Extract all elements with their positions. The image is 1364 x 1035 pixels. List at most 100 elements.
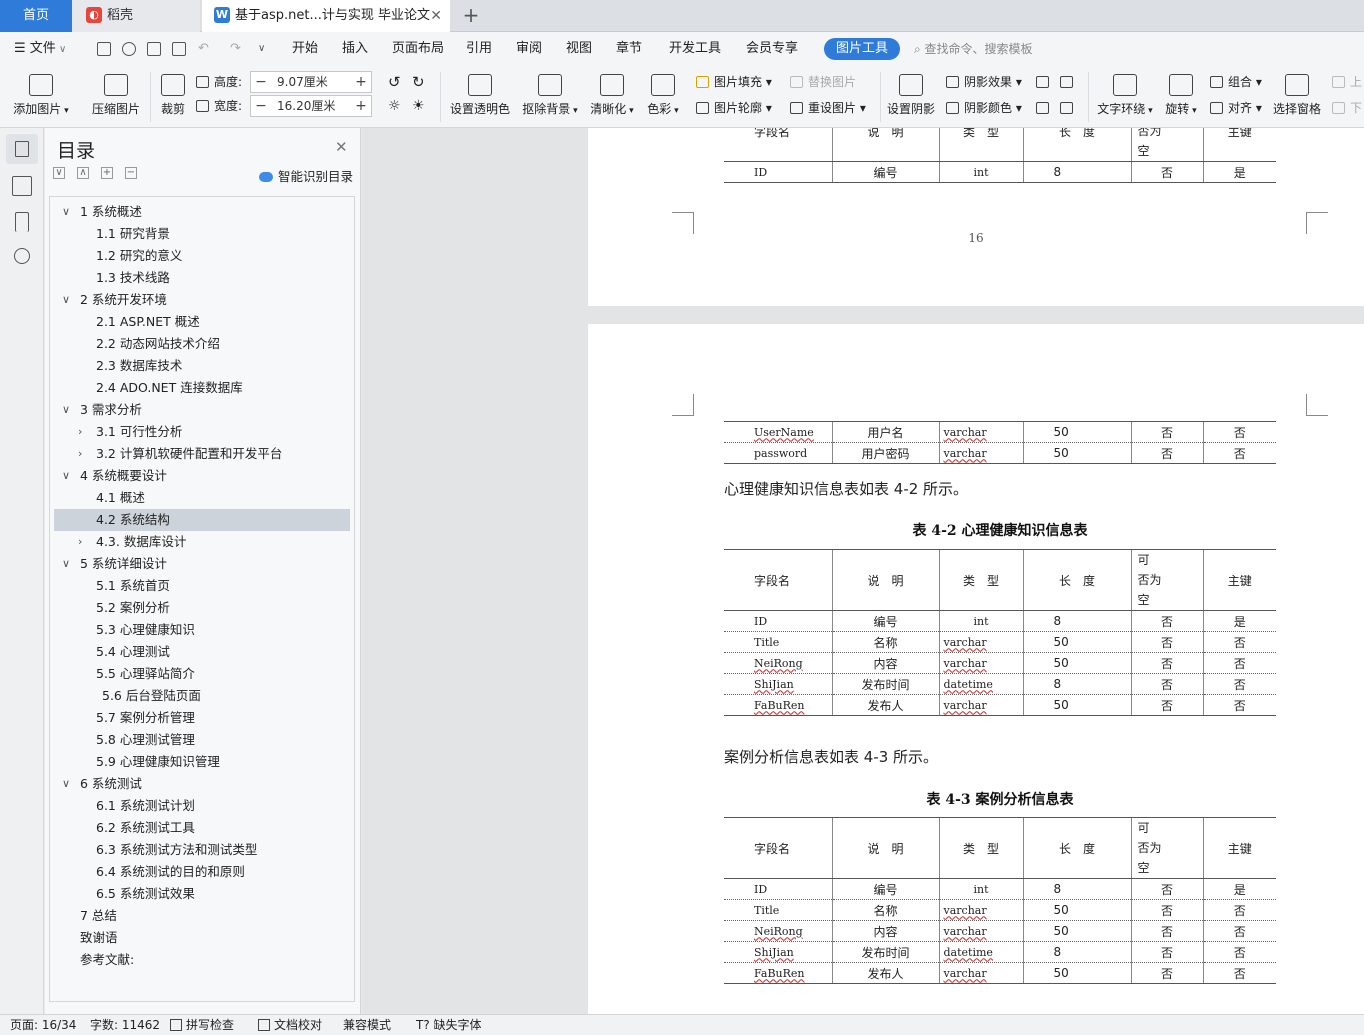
add-heading-icon[interactable]: + — [101, 167, 113, 179]
toc-item[interactable]: 参考文献: — [54, 949, 350, 971]
height-stepper[interactable]: − 9.07厘米 + — [250, 71, 372, 93]
menu-references[interactable]: 引用 — [466, 32, 492, 66]
menu-review[interactable]: 审阅 — [516, 32, 542, 66]
picture-fill-button[interactable]: 图片填充 ▾ — [696, 72, 772, 92]
shadow-right-icon[interactable] — [1060, 98, 1078, 118]
word-count[interactable]: 字数: 11462 — [90, 1015, 160, 1035]
minus-icon[interactable]: − — [251, 72, 271, 92]
text-wrap-button[interactable]: 文字环绕 ▾ — [1096, 74, 1154, 117]
toc-item[interactable]: 2.4 ADO.NET 连接数据库 — [54, 377, 350, 399]
menu-developer[interactable]: 开发工具 — [669, 32, 721, 66]
remove-heading-icon[interactable]: − — [125, 167, 137, 179]
smart-toc-button[interactable]: 智能识别目录 — [259, 166, 353, 185]
menu-picture-tools[interactable]: 图片工具 — [824, 38, 901, 60]
close-icon[interactable]: ✕ — [335, 138, 348, 156]
toc-item[interactable]: 5.2 案例分析 — [54, 597, 350, 619]
toc-item[interactable]: 6.5 系统测试效果 — [54, 883, 350, 905]
toc-item[interactable]: 5.9 心理健康知识管理 — [54, 751, 350, 773]
toc-item[interactable]: 6.1 系统测试计划 — [54, 795, 350, 817]
toc-item[interactable]: ∨ 1 系统概述 — [54, 201, 350, 223]
chevron-down-icon[interactable]: ∨ — [62, 553, 70, 575]
expand-up-icon[interactable]: ∧ — [77, 167, 89, 179]
brightness-down-icon[interactable]: ☼ — [388, 96, 401, 116]
toc-panel-icon[interactable] — [6, 134, 38, 164]
toc-item[interactable]: 5.3 心理健康知识 — [54, 619, 350, 641]
send-backward-button[interactable]: 下 — [1332, 98, 1362, 118]
group-button[interactable]: 组合 ▾ — [1210, 72, 1262, 92]
selection-pane-button[interactable]: 选择窗格 — [1272, 74, 1322, 117]
toc-item[interactable]: 1.1 研究背景 — [54, 223, 350, 245]
height-value[interactable]: 9.07厘米 — [277, 72, 328, 92]
toc-item[interactable]: 6.3 系统测试方法和测试类型 — [54, 839, 350, 861]
toc-item[interactable]: 6.4 系统测试的目的和原则 — [54, 861, 350, 883]
shadow-down-icon[interactable] — [1060, 72, 1078, 92]
menu-page-layout[interactable]: 页面布局 — [392, 32, 444, 66]
chevron-down-icon[interactable]: ∨ — [62, 201, 70, 223]
chevron-down-icon[interactable]: ∨ — [62, 465, 70, 487]
toc-item[interactable]: 5.6 后台登陆页面 — [54, 685, 350, 707]
set-transparent-button[interactable]: 设置透明色 — [448, 74, 512, 117]
save-icon[interactable] — [97, 42, 111, 56]
bookmark-icon[interactable] — [15, 212, 29, 232]
search-icon[interactable] — [14, 248, 30, 264]
menu-member[interactable]: 会员专享 — [746, 32, 798, 66]
chevron-right-icon[interactable]: › — [78, 443, 82, 465]
shadow-color-button[interactable]: 阴影颜色 ▾ — [946, 98, 1022, 118]
crop-button[interactable]: 裁剪 — [158, 74, 188, 117]
toc-item[interactable]: 6.2 系统测试工具 — [54, 817, 350, 839]
toc-item[interactable]: 7 总结 — [54, 905, 350, 927]
toc-item[interactable]: ∨ 2 系统开发环境 — [54, 289, 350, 311]
page-indicator[interactable]: 页面: 16/34 — [10, 1015, 76, 1035]
preview-icon[interactable] — [172, 42, 186, 56]
undo-icon[interactable]: ↶ — [198, 32, 209, 66]
export-icon[interactable] — [122, 42, 136, 56]
rotate-right-icon[interactable]: ↻ — [412, 72, 425, 92]
quick-access-dropdown-icon[interactable]: ∨ — [258, 32, 265, 66]
reset-image-button[interactable]: 重设图片 ▾ — [790, 98, 866, 118]
width-stepper[interactable]: − 16.20厘米 + — [250, 95, 372, 117]
chevron-down-icon[interactable]: ∨ — [62, 289, 70, 311]
toc-item[interactable]: ∨ 3 需求分析 — [54, 399, 350, 421]
add-image-button[interactable]: 添加图片 ▾ — [12, 74, 70, 117]
toc-item[interactable]: 2.3 数据库技术 — [54, 355, 350, 377]
sharpen-button[interactable]: 清晰化 ▾ — [588, 74, 636, 117]
remove-background-button[interactable]: 抠除背景 ▾ — [520, 74, 580, 117]
toc-item[interactable]: 1.3 技术线路 — [54, 267, 350, 289]
color-button[interactable]: 色彩 ▾ — [644, 74, 682, 117]
shadow-effect-button[interactable]: 阴影效果 ▾ — [946, 72, 1022, 92]
print-icon[interactable] — [147, 42, 161, 56]
toc-item[interactable]: 2.2 动态网站技术介绍 — [54, 333, 350, 355]
chevron-right-icon[interactable]: › — [78, 421, 82, 443]
plus-icon[interactable]: + — [351, 72, 371, 92]
toc-item[interactable]: 5.5 心理驿站简介 — [54, 663, 350, 685]
toc-item[interactable]: ∨ 5 系统详细设计 — [54, 553, 350, 575]
tab-daoke[interactable]: ◐ 稻壳 — [72, 0, 200, 32]
tab-document[interactable]: W 基于asp.net...计与实现 毕业论文 ✕ — [202, 0, 450, 32]
menu-insert[interactable]: 插入 — [342, 32, 368, 66]
file-menu[interactable]: ☰ 文件 ∨ — [14, 32, 66, 66]
menu-view[interactable]: 视图 — [566, 32, 592, 66]
spell-check-button[interactable]: 拼写检查 — [170, 1015, 234, 1035]
align-button[interactable]: 对齐 ▾ — [1210, 98, 1262, 118]
set-shadow-button[interactable]: 设置阴影 — [886, 74, 936, 117]
menu-start[interactable]: 开始 — [292, 32, 318, 66]
toc-item[interactable]: ∨ 6 系统测试 — [54, 773, 350, 795]
toc-item[interactable]: 4.2 系统结构 — [54, 509, 350, 531]
menu-section[interactable]: 章节 — [616, 32, 642, 66]
shadow-up-icon[interactable] — [1036, 72, 1054, 92]
close-icon[interactable]: ✕ — [430, 0, 442, 32]
toc-item[interactable]: 致谢语 — [54, 927, 350, 949]
brightness-up-icon[interactable]: ☀ — [412, 96, 425, 116]
toc-item[interactable]: 1.2 研究的意义 — [54, 245, 350, 267]
compress-image-button[interactable]: 压缩图片 — [92, 74, 140, 117]
toc-item[interactable]: 5.7 案例分析管理 — [54, 707, 350, 729]
tab-home[interactable]: 首页 — [0, 0, 72, 32]
collapse-all-icon[interactable]: ∨ — [53, 167, 65, 179]
chevron-down-icon[interactable]: ∨ — [62, 773, 70, 795]
missing-font-button[interactable]: T? 缺失字体 — [416, 1015, 482, 1035]
minus-icon[interactable]: − — [251, 96, 271, 116]
toc-item[interactable]: 5.1 系统首页 — [54, 575, 350, 597]
bring-forward-button[interactable]: 上 — [1332, 72, 1362, 92]
plus-icon[interactable]: + — [351, 96, 371, 116]
toc-item[interactable]: › 4.3. 数据库设计 — [54, 531, 350, 553]
